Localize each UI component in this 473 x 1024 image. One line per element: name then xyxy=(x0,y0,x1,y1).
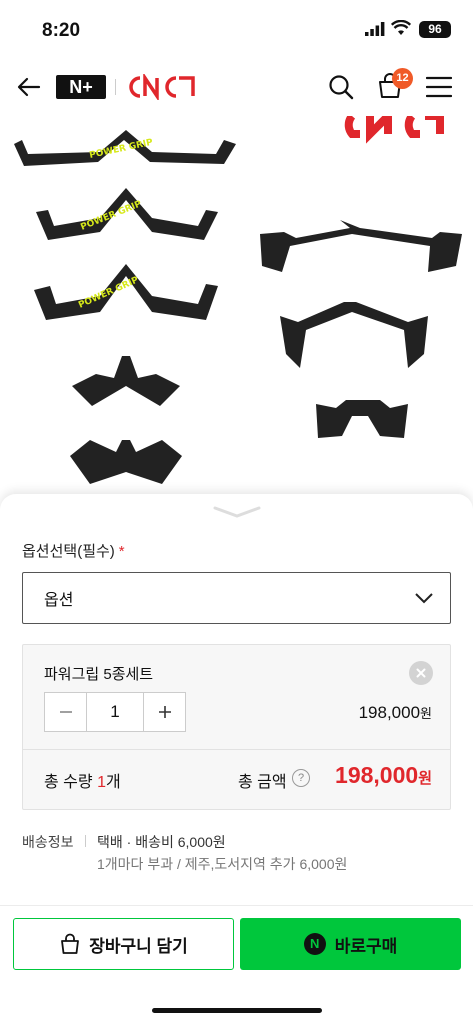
product-brand-logo xyxy=(344,116,444,144)
buy-now-label: 바로구매 xyxy=(334,936,398,956)
total-qty-unit: 개 xyxy=(105,774,121,791)
total-amount-unit: 원 xyxy=(418,770,432,787)
shipping-fee: 택배 · 배송비 6,000원 xyxy=(97,834,226,850)
home-indicator xyxy=(152,1008,322,1013)
option-bottom-sheet: 옵션선택(필수) * 옵션 파워그립 5종세트 1 198,000원 총 수량 1… xyxy=(0,494,473,1024)
help-icon[interactable]: ? xyxy=(292,769,310,787)
add-to-cart-button[interactable]: 장바구니 담기 xyxy=(13,918,234,970)
product-image[interactable]: POWER GRIP POWER GRIP POWER GRIP xyxy=(0,116,473,500)
buy-now-button[interactable]: N 바로구매 xyxy=(240,918,461,970)
chevron-down-icon xyxy=(415,593,433,604)
total-amount-value: 198,000 xyxy=(335,762,419,788)
back-arrow-icon[interactable] xyxy=(16,74,42,100)
status-bar: 8:20 96 xyxy=(0,0,473,58)
item-price: 198,000원 xyxy=(359,703,432,723)
cart-count-badge: 12 xyxy=(392,68,413,89)
total-amount-label: 총 금액 xyxy=(238,774,287,791)
shipping-note: 1개마다 부과 / 제주,도서지역 추가 6,000원 xyxy=(97,856,348,872)
signal-icon xyxy=(365,22,385,36)
status-time: 8:20 xyxy=(42,20,81,41)
shopping-bag-icon xyxy=(61,933,80,954)
selected-option-box: 파워그립 5종세트 1 198,000원 총 수량 1개 총 금액 ? 198,… xyxy=(22,644,451,810)
option-label-text: 옵션선택(필수) xyxy=(22,543,115,560)
power-grip-photo: POWER GRIP POWER GRIP POWER GRIP xyxy=(14,116,462,484)
decrease-button[interactable] xyxy=(45,693,86,731)
sheet-collapse-icon[interactable] xyxy=(213,506,261,518)
option-section-label: 옵션선택(필수) * xyxy=(22,540,125,561)
battery-icon: 96 xyxy=(419,21,451,38)
total-qty-label: 총 수량 xyxy=(44,774,93,791)
grip-label-3: POWER GRIP xyxy=(77,275,140,311)
item-price-value: 198,000 xyxy=(358,703,421,722)
remove-item-icon[interactable] xyxy=(409,661,433,685)
plus-icon xyxy=(158,706,171,718)
minus-icon xyxy=(59,711,72,713)
naver-pay-icon: N xyxy=(303,933,326,955)
top-nav: N+ 12 xyxy=(0,58,473,116)
selected-item-name: 파워그립 5종세트 xyxy=(44,666,154,683)
add-to-cart-label: 장바구니 담기 xyxy=(89,936,188,956)
increase-button[interactable] xyxy=(144,693,185,731)
footer-divider xyxy=(0,905,473,906)
brand-logo[interactable] xyxy=(126,74,196,100)
total-quantity: 총 수량 1개 xyxy=(44,768,121,792)
required-mark: * xyxy=(118,543,125,560)
quantity-input[interactable]: 1 xyxy=(86,693,144,731)
option-select-value: 옵션 xyxy=(44,592,74,609)
quantity-stepper: 1 xyxy=(44,692,186,732)
grip-label-2: POWER GRIP xyxy=(79,199,143,233)
option-box-divider xyxy=(23,749,450,750)
nplus-logo[interactable]: N+ xyxy=(56,75,106,99)
item-price-unit: 원 xyxy=(420,706,432,721)
shipping-label: 배송정보 xyxy=(22,834,74,850)
menu-icon[interactable] xyxy=(426,76,452,98)
wifi-icon xyxy=(391,20,411,35)
search-icon[interactable] xyxy=(328,74,354,100)
total-amount: 198,000원 xyxy=(335,762,432,789)
option-select[interactable]: 옵션 xyxy=(22,572,451,624)
shipping-divider xyxy=(85,835,86,847)
total-qty-value: 1 xyxy=(97,774,106,791)
header-divider xyxy=(115,79,116,95)
